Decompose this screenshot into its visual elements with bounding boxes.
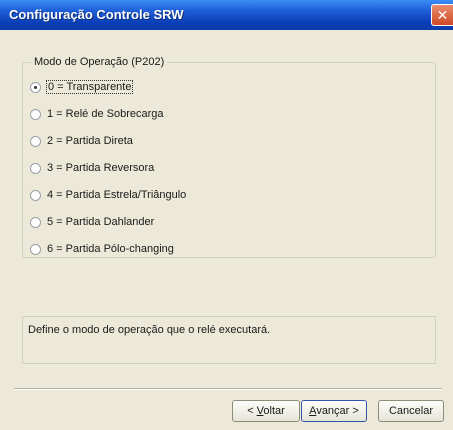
radio-option-5[interactable]: 5 = Partida Dahlander	[30, 214, 154, 230]
radio-button-checked[interactable]	[30, 81, 41, 93]
back-prefix: <	[247, 405, 257, 417]
radio-button[interactable]	[30, 135, 41, 147]
radio-option-2[interactable]: 2 = Partida Direta	[30, 133, 133, 149]
radio-button[interactable]	[30, 189, 41, 201]
cancel-button[interactable]: Cancelar	[378, 400, 444, 422]
radio-option-6[interactable]: 6 = Partida Pólo-changing	[30, 241, 174, 257]
radio-label: 4 = Partida Estrela/Triângulo	[47, 189, 187, 201]
title-bar[interactable]: Configuração Controle SRW ✕	[0, 0, 453, 30]
description-box: Define o modo de operação que o relé exe…	[22, 316, 436, 364]
operation-mode-group: Modo de Operação (P202) 0 = Transparente…	[22, 56, 436, 258]
window-title: Configuração Controle SRW	[9, 7, 184, 22]
radio-button[interactable]	[30, 216, 41, 228]
back-label-rest: oltar	[263, 405, 285, 417]
radio-option-0[interactable]: 0 = Transparente	[30, 79, 134, 95]
close-icon: ✕	[436, 7, 449, 23]
next-button[interactable]: Avançar >	[301, 400, 367, 422]
radio-option-1[interactable]: 1 = Relé de Sobrecarga	[30, 106, 164, 122]
radio-option-3[interactable]: 3 = Partida Reversora	[30, 160, 154, 176]
group-legend: Modo de Operação (P202)	[31, 56, 168, 68]
next-label-rest: vançar >	[316, 405, 359, 417]
description-text: Define o modo de operação que o relé exe…	[28, 324, 271, 336]
separator	[14, 388, 442, 390]
radio-button[interactable]	[30, 108, 41, 120]
radio-label: 5 = Partida Dahlander	[47, 216, 155, 228]
close-button[interactable]: ✕	[431, 4, 453, 26]
back-button[interactable]: < Voltar	[232, 400, 300, 422]
radio-label: 6 = Partida Pólo-changing	[47, 243, 174, 255]
radio-option-4[interactable]: 4 = Partida Estrela/Triângulo	[30, 187, 186, 203]
radio-label: 2 = Partida Direta	[47, 135, 133, 147]
radio-button[interactable]	[30, 162, 41, 174]
radio-label: 0 = Transparente	[45, 80, 134, 94]
radio-label: 1 = Relé de Sobrecarga	[47, 108, 164, 120]
dialog-window: Configuração Controle SRW ✕ Modo de Oper…	[0, 0, 453, 430]
radio-label: 3 = Partida Reversora	[47, 162, 155, 174]
radio-button[interactable]	[30, 243, 41, 255]
cancel-label: Cancelar	[388, 405, 434, 417]
